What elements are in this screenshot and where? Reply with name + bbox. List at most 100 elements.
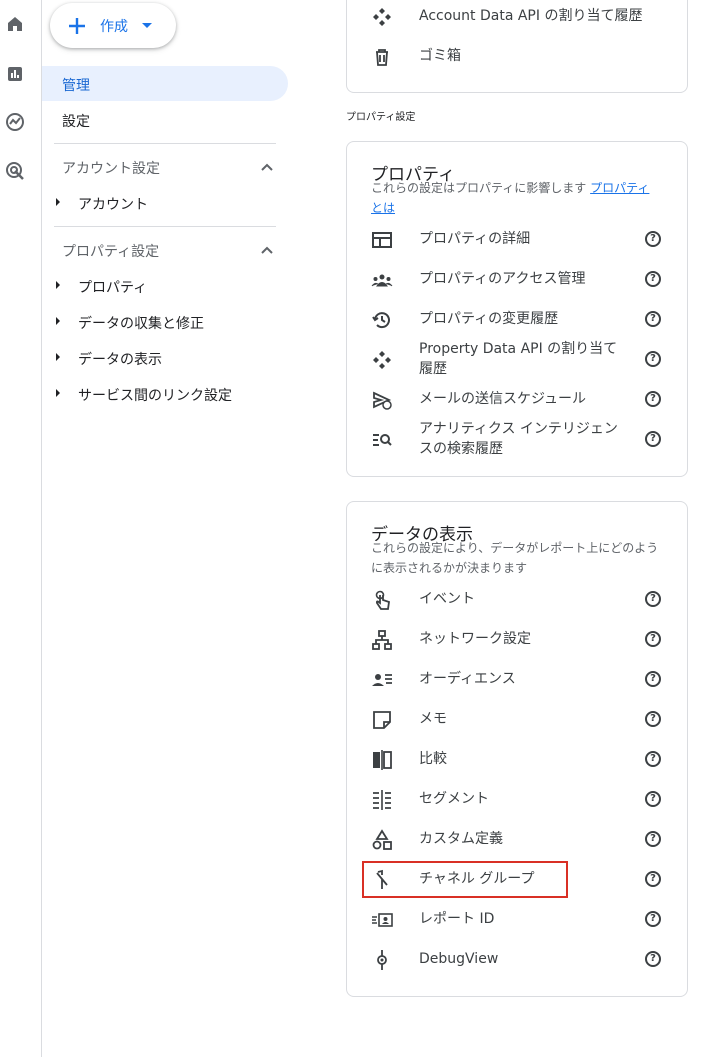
settings-row[interactable]: セグメント ? (347, 779, 687, 819)
help-icon[interactable]: ? (645, 271, 661, 287)
settings-row-label: イベント (419, 591, 475, 607)
compare-icon (373, 750, 392, 770)
note-icon (373, 711, 391, 729)
nav-item-admin-label: 管理 (62, 78, 90, 94)
settings-row-label: ネットワーク設定 (419, 631, 531, 647)
nav-item-admin[interactable]: 管理 (42, 66, 288, 101)
expand-arrow-icon[interactable] (56, 353, 60, 361)
help-icon[interactable]: ? (645, 591, 661, 607)
property-settings-heading: プロパティ設定 (346, 112, 416, 123)
help-icon[interactable]: ? (645, 671, 661, 687)
settings-row-label: Property Data API の割り当て履歴 (419, 341, 618, 377)
nav-item-settings[interactable]: 設定 (62, 111, 90, 131)
settings-row[interactable]: DebugView ? (347, 939, 687, 979)
help-icon[interactable]: ? (645, 391, 661, 407)
settings-row-label: メールの送信スケジュール (419, 391, 587, 407)
settings-row-label: セグメント (419, 791, 489, 807)
settings-row[interactable]: プロパティの変更履歴 ? (347, 299, 687, 339)
api-quota-icon (373, 351, 391, 369)
create-button[interactable]: 作成 (50, 3, 176, 48)
help-icon[interactable]: ? (645, 431, 661, 447)
settings-row[interactable]: カスタム定義 ? (347, 819, 687, 859)
expand-arrow-icon[interactable] (56, 281, 60, 289)
touch-icon (375, 590, 390, 610)
nav-item-data-collection[interactable]: データの収集と修正 (78, 313, 204, 333)
property-card: プロパティ これらの設定はプロパティに影響します プロパティとは プロパティの詳… (346, 141, 688, 477)
chevron-up-icon[interactable] (260, 245, 274, 255)
settings-row[interactable]: レポート ID ? (347, 899, 687, 939)
search-history-icon (373, 434, 392, 446)
settings-row-label: オーディエンス (419, 671, 516, 687)
nav-item-data-display[interactable]: データの表示 (78, 349, 162, 369)
help-icon[interactable]: ? (645, 791, 661, 807)
highlight-box (362, 861, 568, 898)
settings-row-label: カスタム定義 (419, 831, 503, 847)
nav-item-property[interactable]: プロパティ (78, 277, 147, 297)
card-subtitle: これらの設定はプロパティに影響します プロパティとは (371, 181, 650, 215)
account-section-title[interactable]: アカウント設定 (62, 158, 160, 178)
create-button-label: 作成 (100, 18, 128, 35)
property-section-title[interactable]: プロパティ設定 (62, 241, 159, 261)
settings-row[interactable]: メールの送信スケジュール ? (347, 379, 687, 419)
trash-icon (376, 49, 388, 66)
help-icon[interactable]: ? (645, 351, 661, 367)
scheduled-email-icon (373, 391, 392, 410)
data-display-card: データの表示 これらの設定により、データがレポート上にどのように表示されるかが決… (346, 501, 688, 997)
help-icon[interactable]: ? (645, 751, 661, 767)
explore-icon[interactable] (2, 109, 28, 135)
segment-icon (373, 790, 391, 810)
reports-icon[interactable] (2, 61, 28, 87)
access-management-icon (371, 274, 393, 287)
settings-row[interactable]: 比較 ? (347, 739, 687, 779)
nav-item-account[interactable]: アカウント (78, 194, 148, 214)
settings-row[interactable]: イベント ? (347, 579, 687, 619)
settings-row-label: プロパティの変更履歴 (419, 311, 559, 327)
nav-divider (54, 226, 276, 227)
report-id-icon (372, 913, 393, 927)
settings-row[interactable]: プロパティのアクセス管理 ? (347, 259, 687, 299)
settings-row-label: ゴミ箱 (419, 48, 461, 64)
settings-row[interactable]: オーディエンス ? (347, 659, 687, 699)
shapes-icon (372, 829, 392, 850)
property-details-icon (372, 232, 392, 248)
help-icon[interactable]: ? (645, 631, 661, 647)
expand-arrow-icon[interactable] (56, 198, 60, 206)
help-icon[interactable]: ? (645, 831, 661, 847)
home-icon[interactable] (2, 11, 28, 37)
settings-row[interactable]: Property Data API の割り当て履歴 ? (347, 339, 687, 379)
nav-divider (54, 143, 276, 144)
help-icon[interactable]: ? (645, 231, 661, 247)
chevron-up-icon[interactable] (260, 162, 274, 172)
nav-item-product-links[interactable]: サービス間のリンク設定 (78, 385, 232, 405)
settings-row[interactable]: メモ ? (347, 699, 687, 739)
settings-row-label: アナリティクス インテリジェンスの検索履歴 (419, 421, 618, 457)
settings-row-label: レポート ID (419, 911, 495, 927)
help-icon[interactable]: ? (645, 911, 661, 927)
settings-row-label: プロパティの詳細 (419, 231, 531, 247)
settings-row[interactable]: ゴミ箱 (347, 36, 687, 76)
help-icon[interactable]: ? (645, 311, 661, 327)
advertising-icon[interactable] (2, 158, 28, 184)
help-icon[interactable]: ? (645, 711, 661, 727)
settings-row[interactable]: アナリティクス インテリジェンスの検索履歴 ? (347, 419, 687, 459)
account-settings-card: Account Data API の割り当て履歴 ゴミ箱 (346, 0, 688, 93)
network-icon (372, 630, 392, 650)
help-icon[interactable]: ? (645, 951, 661, 967)
debug-icon (377, 950, 387, 970)
api-quota-icon (373, 8, 391, 26)
settings-row[interactable]: ネットワーク設定 ? (347, 619, 687, 659)
card-subtitle: これらの設定により、データがレポート上にどのように表示されるかが決まります (371, 541, 659, 575)
settings-row[interactable]: プロパティの詳細 ? (347, 219, 687, 259)
settings-row-label: プロパティのアクセス管理 (419, 271, 586, 287)
settings-row-label: メモ (419, 711, 447, 727)
dropdown-caret-icon[interactable] (142, 23, 152, 28)
settings-row-label: Account Data API の割り当て履歴 (419, 8, 643, 24)
help-icon[interactable]: ? (645, 871, 661, 887)
settings-row[interactable]: Account Data API の割り当て履歴 (347, 0, 687, 36)
left-rail (0, 0, 42, 1057)
settings-row-label: 比較 (419, 751, 447, 767)
settings-row-label: DebugView (419, 951, 499, 967)
expand-arrow-icon[interactable] (56, 317, 60, 325)
expand-arrow-icon[interactable] (56, 389, 60, 397)
plus-icon (69, 17, 85, 34)
